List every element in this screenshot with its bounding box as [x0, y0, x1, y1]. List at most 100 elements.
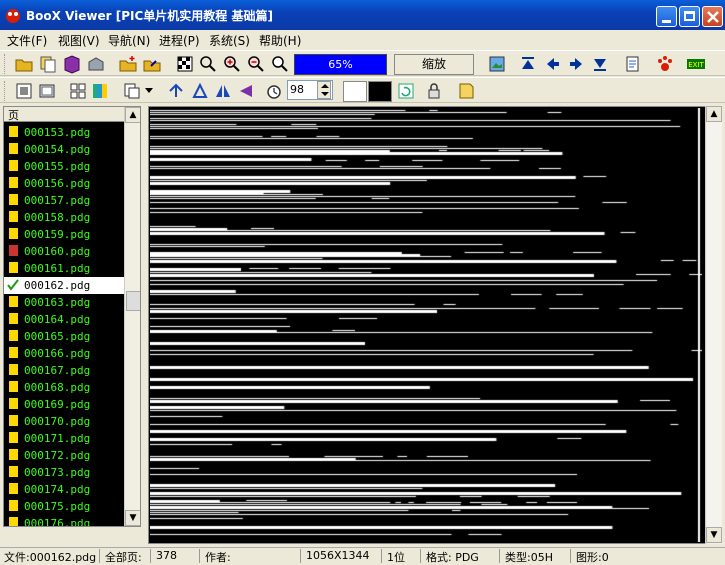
prev-page-icon[interactable]	[543, 54, 563, 74]
properties-icon[interactable]	[623, 54, 643, 74]
page-list-item[interactable]: 000156.pdg	[4, 175, 124, 192]
page-file-icon	[9, 517, 18, 526]
title-bar[interactable]: BooX Viewer [PIC单片机实用教程 基础篇]	[0, 0, 725, 30]
maximize-icon	[684, 11, 695, 21]
zoom-level-bar[interactable]: 65%	[294, 54, 387, 75]
viewer-scrollbar[interactable]: ▲ ▼	[705, 106, 722, 544]
menu-process[interactable]: 进程(P)	[159, 32, 200, 49]
single-page-icon[interactable]	[14, 81, 34, 101]
scroll-up-icon[interactable]: ▲	[125, 107, 140, 123]
scroll-down-icon[interactable]: ▼	[706, 527, 722, 543]
page-list-item[interactable]: 000157.pdg	[4, 192, 124, 209]
lock-icon[interactable]	[424, 81, 444, 101]
image-page-icon	[9, 245, 18, 256]
scroll-down-icon[interactable]: ▼	[125, 510, 140, 526]
page-file-icon	[9, 228, 18, 239]
page-list-item[interactable]: 000161.pdg	[4, 260, 124, 277]
page-list-item[interactable]: 000153.pdg	[4, 124, 124, 141]
main-toolbar: 65% 缩放 EXIT	[0, 50, 725, 76]
page-list-item-label: 000156.pdg	[24, 177, 91, 190]
page-file-icon	[9, 347, 18, 358]
page-list-item-label: 000163.pdg	[24, 296, 91, 309]
zoom-in-icon[interactable]	[222, 54, 242, 74]
image-view-icon[interactable]	[487, 54, 507, 74]
page-list-item[interactable]: 000166.pdg	[4, 345, 124, 362]
page-list-header[interactable]: 页	[4, 107, 124, 122]
page-list-item-label: 000154.pdg	[24, 143, 91, 156]
fit-page-icon[interactable]	[175, 54, 195, 74]
zoom-button[interactable]: 缩放	[394, 54, 474, 75]
page-list-item[interactable]: 000160.pdg	[4, 243, 124, 260]
page-list-item[interactable]: 000165.pdg	[4, 328, 124, 345]
page-list-item[interactable]: 000155.pdg	[4, 158, 124, 175]
minimize-icon	[662, 20, 671, 23]
page-file-icon	[9, 398, 18, 409]
scroll-thumb[interactable]	[126, 291, 140, 311]
page-list-item[interactable]: 000154.pdg	[4, 141, 124, 158]
chevron-down-icon[interactable]	[145, 88, 153, 94]
page-delay-stepper[interactable]	[317, 81, 331, 99]
next-page-icon[interactable]	[566, 54, 586, 74]
scroll-up-icon[interactable]: ▲	[706, 106, 722, 122]
page-list-item[interactable]: 000173.pdg	[4, 464, 124, 481]
page-list-item-selected[interactable]: 000162.pdg	[4, 277, 124, 294]
copy-icon[interactable]	[38, 54, 58, 74]
minimize-button[interactable]	[656, 6, 677, 27]
zoom-actual-icon[interactable]	[270, 54, 290, 74]
page-list-item[interactable]: 000169.pdg	[4, 396, 124, 413]
last-page-icon[interactable]	[590, 54, 610, 74]
page-select-icon[interactable]	[122, 81, 142, 101]
first-page-icon[interactable]	[518, 54, 538, 74]
zoom-out-icon[interactable]	[246, 54, 266, 74]
stepper-up-icon[interactable]	[321, 84, 329, 88]
paw-icon[interactable]	[655, 54, 675, 74]
page-list-item[interactable]: 000164.pdg	[4, 311, 124, 328]
thumbnails-icon[interactable]	[68, 81, 88, 101]
background-color-white[interactable]	[343, 81, 367, 102]
page-list-item[interactable]: 000159.pdg	[4, 226, 124, 243]
refresh-icon[interactable]	[396, 81, 416, 101]
page-list-item[interactable]: 000168.pdg	[4, 379, 124, 396]
rotate-left-icon[interactable]	[166, 81, 186, 101]
page-list-item[interactable]: 000174.pdg	[4, 481, 124, 498]
scroll-thumb[interactable]	[707, 122, 722, 527]
export-icon[interactable]	[142, 54, 162, 74]
new-folder-icon[interactable]	[118, 54, 138, 74]
page-list-item-label: 000158.pdg	[24, 211, 91, 224]
page-list-item[interactable]: 000163.pdg	[4, 294, 124, 311]
page-file-icon	[9, 211, 18, 222]
page-list-item[interactable]: 000158.pdg	[4, 209, 124, 226]
fullscreen-icon[interactable]	[37, 81, 57, 101]
flip-horizontal-icon[interactable]	[213, 81, 233, 101]
page-list-item[interactable]: 000171.pdg	[4, 430, 124, 447]
close-button[interactable]	[702, 6, 723, 27]
page-list-item[interactable]: 000170.pdg	[4, 413, 124, 430]
stepper-down-icon[interactable]	[321, 92, 329, 96]
rotate-right-icon[interactable]	[190, 81, 210, 101]
page-list-item-label: 000174.pdg	[24, 483, 91, 496]
page-list-item[interactable]: 000167.pdg	[4, 362, 124, 379]
menu-view[interactable]: 视图(V)	[58, 32, 100, 49]
foreground-color-black[interactable]	[368, 81, 392, 102]
page-file-icon	[9, 143, 18, 154]
book-icon[interactable]	[62, 54, 82, 74]
notes-icon[interactable]	[456, 81, 476, 101]
page-file-icon	[9, 160, 18, 171]
exit-icon[interactable]: EXIT	[686, 54, 706, 74]
zoom-icon[interactable]	[198, 54, 218, 74]
page-list-item[interactable]: 000175.pdg	[4, 498, 124, 515]
page-list-scrollbar[interactable]: ▲ ▼	[124, 107, 140, 526]
timer-icon[interactable]	[264, 81, 284, 101]
page-list-item[interactable]: 000176.pdg	[4, 515, 124, 526]
menu-file[interactable]: 文件(F)	[7, 32, 47, 49]
menu-help[interactable]: 帮助(H)	[259, 32, 301, 49]
color-palette-icon[interactable]	[90, 81, 110, 101]
menu-system[interactable]: 系统(S)	[209, 32, 250, 49]
maximize-button[interactable]	[679, 6, 700, 27]
menu-navigate[interactable]: 导航(N)	[108, 32, 150, 49]
page-list-item[interactable]: 000172.pdg	[4, 447, 124, 464]
library-icon[interactable]	[86, 54, 106, 74]
page-list-item-label: 000159.pdg	[24, 228, 91, 241]
open-folder-icon[interactable]	[14, 54, 34, 74]
flip-vertical-icon[interactable]	[236, 81, 256, 101]
